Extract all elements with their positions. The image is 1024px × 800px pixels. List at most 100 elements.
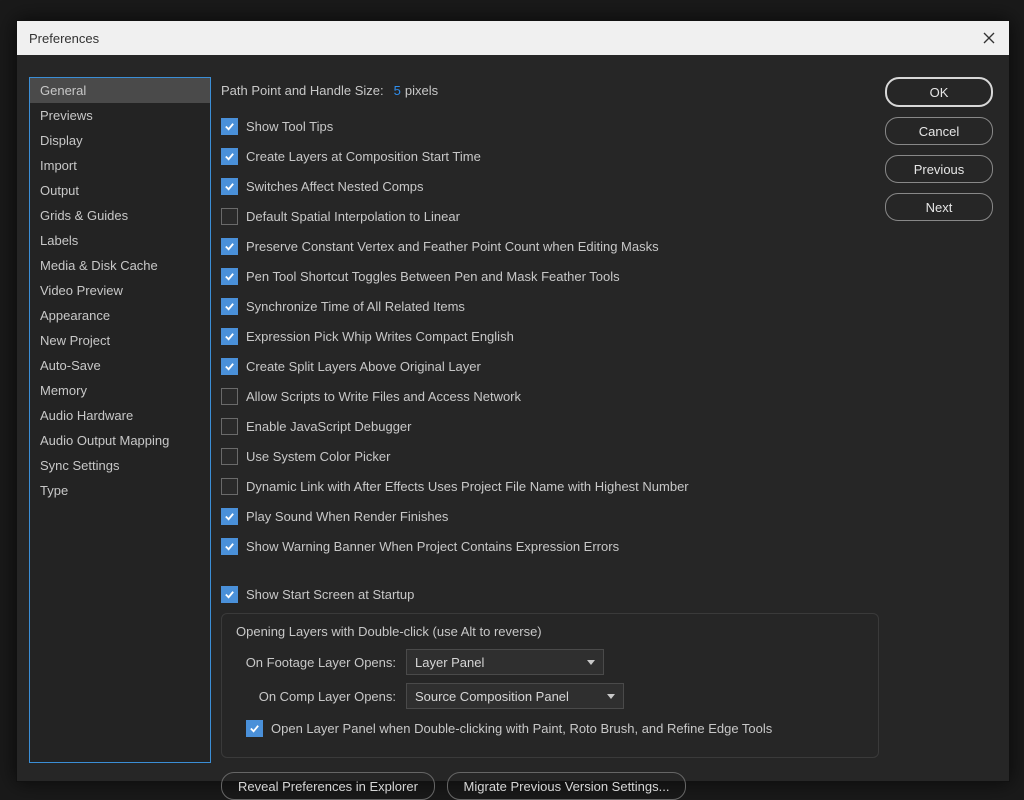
chk-label: Allow Scripts to Write Files and Access … — [246, 389, 521, 404]
chk-label: Create Layers at Composition Start Time — [246, 149, 481, 164]
path-point-label: Path Point and Handle Size: — [221, 83, 384, 98]
chk-option-2[interactable]: Switches Affect Nested Comps — [221, 173, 424, 199]
sidebar-item-new-project[interactable]: New Project — [30, 328, 210, 353]
sidebar-item-media-disk-cache[interactable]: Media & Disk Cache — [30, 253, 210, 278]
chk-option-10[interactable]: Enable JavaScript Debugger — [221, 413, 412, 439]
option-row: Default Spatial Interpolation to Linear — [221, 203, 879, 229]
checkbox-icon — [221, 478, 238, 495]
chk-label: Expression Pick Whip Writes Compact Engl… — [246, 329, 514, 344]
sidebar-item-appearance[interactable]: Appearance — [30, 303, 210, 328]
chk-label: Play Sound When Render Finishes — [246, 509, 448, 524]
sidebar-item-import[interactable]: Import — [30, 153, 210, 178]
cancel-button[interactable]: Cancel — [885, 117, 993, 145]
option-row: Use System Color Picker — [221, 443, 879, 469]
comp-value: Source Composition Panel — [415, 689, 569, 704]
chk-option-9[interactable]: Allow Scripts to Write Files and Access … — [221, 383, 521, 409]
previous-button[interactable]: Previous — [885, 155, 993, 183]
option-row: Pen Tool Shortcut Toggles Between Pen an… — [221, 263, 879, 289]
sidebar-item-video-preview[interactable]: Video Preview — [30, 278, 210, 303]
comp-label: On Comp Layer Opens: — [236, 689, 396, 704]
option-row: Create Layers at Composition Start Time — [221, 143, 879, 169]
sidebar-item-labels[interactable]: Labels — [30, 228, 210, 253]
chk-option-14[interactable]: Show Warning Banner When Project Contain… — [221, 533, 619, 559]
option-row: Dynamic Link with After Effects Uses Pro… — [221, 473, 879, 499]
chk-option-3[interactable]: Default Spatial Interpolation to Linear — [221, 203, 460, 229]
close-icon[interactable] — [979, 28, 999, 48]
sidebar-item-output[interactable]: Output — [30, 178, 210, 203]
chk-show-start-screen[interactable]: Show Start Screen at Startup — [221, 581, 414, 607]
checkbox-icon — [221, 238, 238, 255]
footage-label: On Footage Layer Opens: — [236, 655, 396, 670]
preferences-dialog: Preferences GeneralPreviewsDisplayImport… — [16, 20, 1010, 782]
chk-option-5[interactable]: Pen Tool Shortcut Toggles Between Pen an… — [221, 263, 620, 289]
migrate-settings-button[interactable]: Migrate Previous Version Settings... — [447, 772, 687, 800]
chk-label: Open Layer Panel when Double-clicking wi… — [271, 721, 772, 736]
comp-dropdown[interactable]: Source Composition Panel — [406, 683, 624, 709]
checkbox-icon — [221, 508, 238, 525]
path-point-unit: pixels — [405, 83, 438, 98]
ok-button[interactable]: OK — [885, 77, 993, 107]
open-layer-panel-row: Open Layer Panel when Double-clicking wi… — [236, 715, 864, 741]
chk-label: Show Tool Tips — [246, 119, 333, 134]
reveal-preferences-button[interactable]: Reveal Preferences in Explorer — [221, 772, 435, 800]
path-point-row: Path Point and Handle Size: 5 pixels — [221, 77, 879, 103]
option-row: Show Tool Tips — [221, 113, 879, 139]
path-point-value[interactable]: 5 — [394, 83, 401, 98]
next-button[interactable]: Next — [885, 193, 993, 221]
footage-value: Layer Panel — [415, 655, 484, 670]
sidebar-item-general[interactable]: General — [30, 78, 210, 103]
option-row: Create Split Layers Above Original Layer — [221, 353, 879, 379]
chk-option-7[interactable]: Expression Pick Whip Writes Compact Engl… — [221, 323, 514, 349]
footage-dropdown[interactable]: Layer Panel — [406, 649, 604, 675]
checkbox-icon — [221, 118, 238, 135]
footage-row: On Footage Layer Opens: Layer Panel — [236, 647, 864, 677]
chk-option-11[interactable]: Use System Color Picker — [221, 443, 390, 469]
chk-label: Dynamic Link with After Effects Uses Pro… — [246, 479, 689, 494]
titlebar: Preferences — [17, 21, 1009, 55]
sidebar-item-display[interactable]: Display — [30, 128, 210, 153]
chk-label: Pen Tool Shortcut Toggles Between Pen an… — [246, 269, 620, 284]
sidebar-item-grids-guides[interactable]: Grids & Guides — [30, 203, 210, 228]
sidebar-item-memory[interactable]: Memory — [30, 378, 210, 403]
sidebar-item-sync-settings[interactable]: Sync Settings — [30, 453, 210, 478]
checkbox-icon — [221, 586, 238, 603]
chk-option-4[interactable]: Preserve Constant Vertex and Feather Poi… — [221, 233, 659, 259]
option-row: Show Warning Banner When Project Contain… — [221, 533, 879, 559]
group-title: Opening Layers with Double-click (use Al… — [236, 624, 864, 639]
checkbox-icon — [221, 328, 238, 345]
chevron-down-icon — [607, 694, 615, 699]
checkbox-icon — [221, 178, 238, 195]
chk-label: Default Spatial Interpolation to Linear — [246, 209, 460, 224]
checkbox-icon — [221, 208, 238, 225]
chk-option-13[interactable]: Play Sound When Render Finishes — [221, 503, 448, 529]
sidebar-item-audio-output-mapping[interactable]: Audio Output Mapping — [30, 428, 210, 453]
sidebar-item-auto-save[interactable]: Auto-Save — [30, 353, 210, 378]
category-sidebar: GeneralPreviewsDisplayImportOutputGrids … — [29, 77, 211, 763]
chevron-down-icon — [587, 660, 595, 665]
checkbox-icon — [221, 538, 238, 555]
startup-row: Show Start Screen at Startup — [221, 581, 879, 607]
checkbox-icon — [221, 388, 238, 405]
chk-option-0[interactable]: Show Tool Tips — [221, 113, 333, 139]
sidebar-item-type[interactable]: Type — [30, 478, 210, 503]
window-title: Preferences — [29, 31, 99, 46]
chk-label: Use System Color Picker — [246, 449, 390, 464]
chk-option-12[interactable]: Dynamic Link with After Effects Uses Pro… — [221, 473, 689, 499]
checkbox-icon — [221, 418, 238, 435]
chk-open-layer-panel[interactable]: Open Layer Panel when Double-clicking wi… — [246, 715, 772, 741]
chk-option-1[interactable]: Create Layers at Composition Start Time — [221, 143, 481, 169]
chk-option-6[interactable]: Synchronize Time of All Related Items — [221, 293, 465, 319]
chk-option-8[interactable]: Create Split Layers Above Original Layer — [221, 353, 481, 379]
sidebar-item-audio-hardware[interactable]: Audio Hardware — [30, 403, 210, 428]
options-checklist: Show Tool Tips Create Layers at Compositi… — [221, 113, 879, 559]
comp-row: On Comp Layer Opens: Source Composition … — [236, 681, 864, 711]
option-row: Synchronize Time of All Related Items — [221, 293, 879, 319]
sidebar-item-previews[interactable]: Previews — [30, 103, 210, 128]
bottom-buttons: Reveal Preferences in Explorer Migrate P… — [221, 772, 879, 800]
chk-label: Synchronize Time of All Related Items — [246, 299, 465, 314]
checkbox-icon — [221, 298, 238, 315]
general-pane: Path Point and Handle Size: 5 pixels Sho… — [221, 77, 879, 763]
checkbox-icon — [246, 720, 263, 737]
action-buttons: OK Cancel Previous Next — [885, 77, 993, 221]
option-row: Enable JavaScript Debugger — [221, 413, 879, 439]
